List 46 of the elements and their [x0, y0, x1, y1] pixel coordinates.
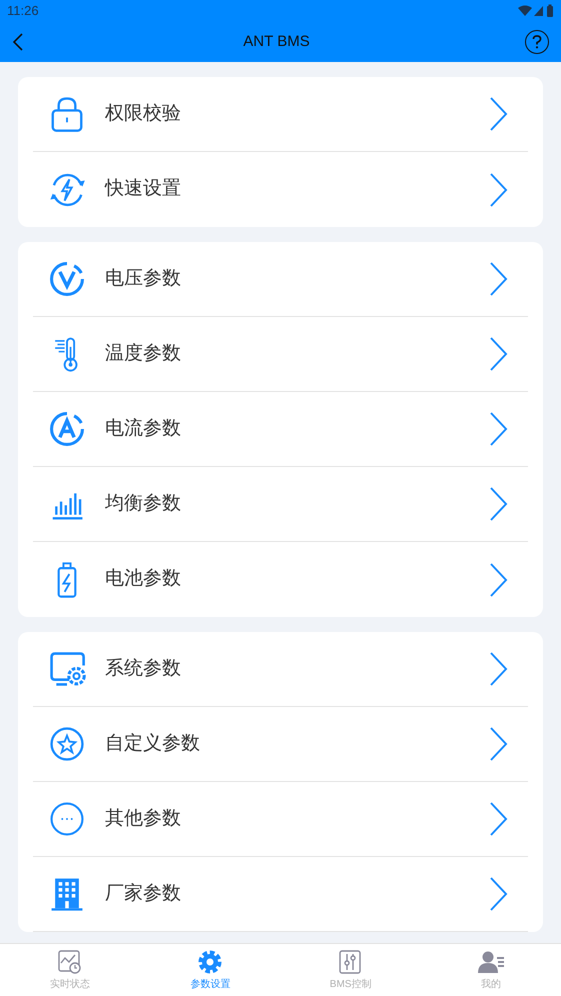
settings-row[interactable]: 电压参数	[33, 242, 528, 317]
row-label: 均衡参数	[105, 492, 182, 516]
row-label: 电压参数	[105, 266, 182, 291]
row-label: 权限校验	[105, 102, 182, 126]
chevron-right-icon	[488, 172, 508, 208]
more-circle-icon	[48, 800, 86, 838]
chevron-right-icon	[488, 801, 508, 837]
settings-row[interactable]: 厂家参数	[33, 857, 528, 932]
help-button[interactable]	[525, 30, 549, 54]
row-label: 电池参数	[105, 567, 182, 592]
a-circle-icon	[48, 410, 86, 448]
settings-row[interactable]: 温度参数	[33, 317, 528, 392]
status-time: 11:26	[7, 2, 39, 20]
chevron-right-icon	[488, 96, 508, 132]
chevron-right-icon	[488, 562, 508, 598]
person-list-icon	[478, 948, 504, 974]
chevron-right-icon	[488, 726, 508, 762]
page-title: ANT BMS	[243, 32, 310, 52]
row-label: 系统参数	[105, 656, 182, 681]
v-circle-icon	[48, 260, 86, 298]
settings-row[interactable]: 电流参数	[33, 392, 528, 467]
row-label: 电流参数	[105, 416, 182, 441]
settings-row[interactable]: 电池参数	[33, 542, 528, 617]
settings-row[interactable]: 均衡参数	[33, 467, 528, 542]
gear-icon	[197, 948, 224, 974]
row-label: 厂家参数	[105, 882, 182, 906]
monitor-gear-icon	[48, 650, 86, 688]
settings-row[interactable]: 系统参数	[33, 632, 528, 707]
status-icons	[518, 4, 554, 18]
chevron-right-icon	[488, 261, 508, 297]
star-circle-icon	[48, 725, 86, 763]
chevron-right-icon	[488, 876, 508, 912]
chevron-right-icon	[488, 651, 508, 687]
settings-row[interactable]: 快速设置	[33, 152, 528, 227]
row-label: 其他参数	[105, 806, 182, 831]
chevron-right-icon	[488, 486, 508, 522]
chevron-right-icon	[488, 336, 508, 372]
row-label: 温度参数	[105, 342, 182, 366]
row-label: 快速设置	[105, 177, 182, 202]
question-mark-icon	[532, 35, 542, 49]
settings-row[interactable]: 权限校验	[33, 77, 528, 152]
settings-row[interactable]: 自定义参数	[33, 707, 528, 782]
settings-row[interactable]: 其他参数	[33, 782, 528, 857]
chart-clock-icon	[57, 948, 84, 974]
chevron-right-icon	[488, 411, 508, 447]
row-label: 自定义参数	[105, 732, 201, 756]
